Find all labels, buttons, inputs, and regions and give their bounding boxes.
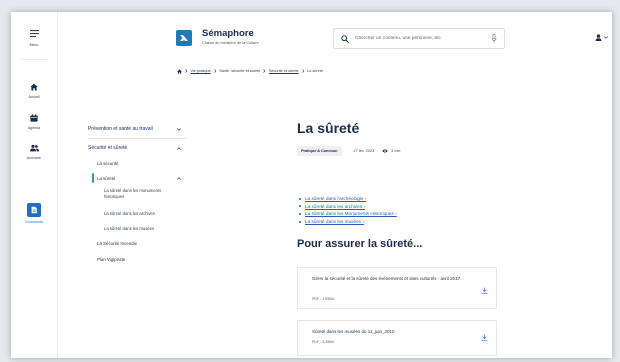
bullet xyxy=(299,212,301,215)
related-links-list: La sûreté dans l'archéologie › La sûreté… xyxy=(299,195,397,225)
sidebar-item-label: Plan Vigipirate xyxy=(97,256,126,262)
document-file-info: PDF - 3,48Mo xyxy=(312,340,335,344)
page-title: La sûreté xyxy=(297,120,360,136)
section-heading: Pour assurer la sûreté... xyxy=(297,238,423,250)
microphone-icon[interactable] xyxy=(491,34,497,43)
menu-icon xyxy=(29,30,39,37)
sidebar-item-prevention[interactable]: Prévention et santé au travail xyxy=(88,125,187,133)
sidebar-item-label: La sûreté dans les archives xyxy=(104,210,155,216)
chevron-down-icon[interactable] xyxy=(177,127,181,131)
app-name[interactable]: Sémaphore xyxy=(202,29,254,39)
chevron-right-icon xyxy=(301,69,305,73)
search-bar xyxy=(333,28,505,49)
bullet xyxy=(299,220,301,223)
home-icon xyxy=(30,83,38,91)
calendar-icon xyxy=(30,114,38,122)
bullet xyxy=(299,205,301,208)
article-meta: Pratique & Commun 27 fév. 2023 3 min xyxy=(297,146,400,156)
document-card[interactable]: Gérer la sécurité et la sûreté des événe… xyxy=(297,267,497,309)
rail-item-label: Agenda xyxy=(27,126,41,130)
document-icon xyxy=(27,203,41,217)
user-menu[interactable] xyxy=(595,34,608,41)
rail-item-documents[interactable]: Documents xyxy=(11,203,57,224)
browser-window: Menu Accueil Agenda Annuaire Documents S… xyxy=(11,12,612,358)
breadcrumb-link[interactable]: Sécurité et sûreté xyxy=(269,69,299,73)
download-icon[interactable] xyxy=(481,334,488,341)
sidebar-item-label: La sécurité xyxy=(97,160,119,166)
bullet xyxy=(299,197,301,200)
search-icon[interactable] xyxy=(341,35,349,43)
search-input[interactable] xyxy=(355,29,485,48)
link-surete-archeologie[interactable]: La sûreté dans l'archéologie › xyxy=(305,196,366,201)
sidebar-item-label: La sûreté dans les musées xyxy=(104,225,155,231)
link-surete-archives[interactable]: La sûreté dans les archives › xyxy=(305,204,365,209)
sidebar-divider xyxy=(88,138,187,139)
sidebar-item-surete[interactable]: La sûreté xyxy=(97,174,187,182)
category-badge[interactable]: Pratique & Commun xyxy=(297,146,342,156)
rail-item-label: Annuaire xyxy=(26,156,41,160)
rail-item-label: Menu xyxy=(29,43,39,47)
rail-item-label: Documents xyxy=(25,220,43,224)
chevron-right-icon xyxy=(214,69,217,73)
list-item: La sûreté dans les Monuments Historiques… xyxy=(299,210,397,218)
breadcrumb: Vie pratique Santé, sécurité et sûreté S… xyxy=(177,67,323,75)
document-title: Sûreté dans les musées du 11_juin_2010 xyxy=(312,329,395,334)
chevron-down-icon xyxy=(604,36,608,39)
list-item: La sûreté dans les musées › xyxy=(299,218,397,226)
sidebar-item-surete-archives[interactable]: La sûreté dans les archives xyxy=(104,209,187,217)
breadcrumb-current: La sûreté xyxy=(307,69,323,73)
sidebar-item-surete-monuments[interactable]: La sûreté dans les monuments historiques xyxy=(104,187,187,200)
download-icon[interactable] xyxy=(481,287,488,294)
app-tagline: Chaîne du ministère de la Culture xyxy=(202,41,259,45)
document-file-info: PDF - 1,53Mo xyxy=(312,297,335,301)
rail-item-agenda[interactable]: Agenda xyxy=(11,114,57,130)
rail-item-label: Accueil xyxy=(28,95,40,99)
sidebar-item-plan-vigipirate[interactable]: Plan Vigipirate xyxy=(97,255,187,263)
chevron-up-icon[interactable] xyxy=(177,146,181,150)
chevron-up-icon[interactable] xyxy=(177,176,181,180)
sidebar-item-label: Sécurité et sûreté xyxy=(88,145,128,151)
rail-item-accueil[interactable]: Accueil xyxy=(11,83,57,99)
side-navigation: Prévention et santé au travail Sécurité … xyxy=(88,12,187,358)
breadcrumb-link[interactable]: Vie pratique xyxy=(191,69,211,73)
user-icon xyxy=(595,34,602,41)
link-surete-musees[interactable]: La sûreté dans les musées › xyxy=(305,219,364,224)
sidebar-item-label: La Sécurité Incendie xyxy=(97,240,138,246)
chevron-right-icon xyxy=(263,69,266,73)
reading-time: 3 min xyxy=(391,149,401,153)
sidebar-item-label: La sûreté dans les monuments historiques xyxy=(104,187,162,199)
sidebar-item-label: Prévention et santé au travail xyxy=(88,126,153,132)
list-item: La sûreté dans les archives › xyxy=(299,203,397,211)
left-rail: Menu Accueil Agenda Annuaire Documents xyxy=(11,12,58,358)
document-title: Gérer la sécurité et la sûreté des événe… xyxy=(312,276,461,281)
sidebar-item-securite[interactable]: La sécurité xyxy=(97,159,187,167)
people-icon xyxy=(29,144,39,152)
sidebar-item-securite-surete[interactable]: Sécurité et sûreté xyxy=(88,144,187,152)
sidebar-item-securite-incendie[interactable]: La Sécurité Incendie xyxy=(97,239,187,247)
rail-item-annuaire[interactable]: Annuaire xyxy=(11,144,57,160)
publish-date: 27 fév. 2023 xyxy=(353,149,375,153)
rail-divider xyxy=(20,59,48,60)
rail-item-menu[interactable]: Menu xyxy=(11,30,57,47)
list-item: La sûreté dans l'archéologie › xyxy=(299,195,397,203)
active-item-marker xyxy=(92,173,94,183)
sidebar-item-label: La sûreté xyxy=(97,175,116,181)
link-surete-monuments[interactable]: La sûreté dans les Monuments Historiques… xyxy=(305,211,397,216)
eye-icon xyxy=(382,149,388,153)
sidebar-item-surete-musees[interactable]: La sûreté dans les musées xyxy=(104,224,187,232)
breadcrumb-link[interactable]: Santé, sécurité et sûreté xyxy=(219,69,260,73)
document-card[interactable]: Sûreté dans les musées du 11_juin_2010 P… xyxy=(297,320,497,356)
